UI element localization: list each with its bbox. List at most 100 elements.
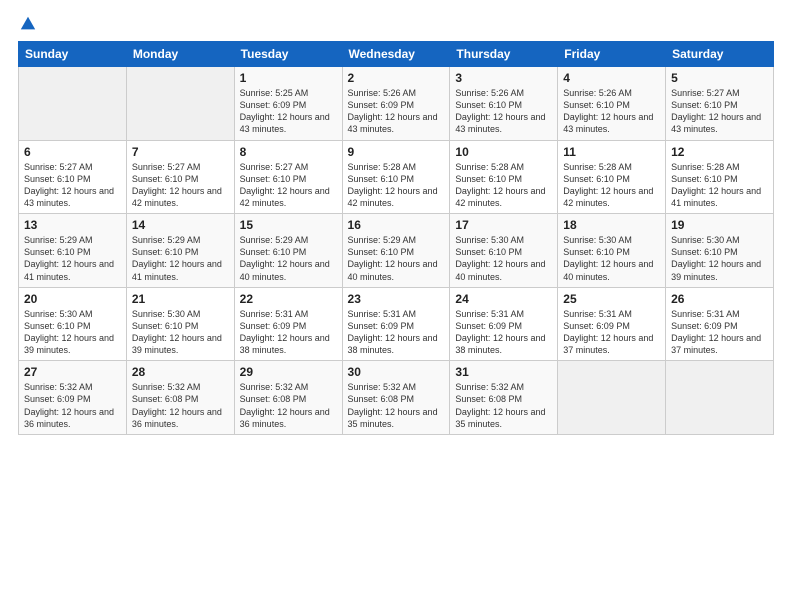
day-info: Sunrise: 5:31 AMSunset: 6:09 PMDaylight:… (563, 308, 660, 357)
calendar-cell: 1 Sunrise: 5:25 AMSunset: 6:09 PMDaylight… (234, 67, 342, 141)
day-number: 6 (24, 145, 121, 159)
weekday-header-saturday: Saturday (666, 42, 774, 67)
calendar-cell: 2 Sunrise: 5:26 AMSunset: 6:09 PMDaylight… (342, 67, 450, 141)
calendar-cell: 24 Sunrise: 5:31 AMSunset: 6:09 PMDayligh… (450, 287, 558, 361)
day-info: Sunrise: 5:26 AMSunset: 6:10 PMDaylight:… (455, 87, 552, 136)
day-number: 20 (24, 292, 121, 306)
calendar-week-row: 13 Sunrise: 5:29 AMSunset: 6:10 PMDayligh… (19, 214, 774, 288)
day-info: Sunrise: 5:29 AMSunset: 6:10 PMDaylight:… (132, 234, 229, 283)
day-info: Sunrise: 5:30 AMSunset: 6:10 PMDaylight:… (132, 308, 229, 357)
calendar-cell: 6Sunrise: 5:27 AMSunset: 6:10 PMDaylight… (19, 140, 127, 214)
day-info: Sunrise: 5:31 AMSunset: 6:09 PMDaylight:… (240, 308, 337, 357)
day-number: 28 (132, 365, 229, 379)
day-number: 26 (671, 292, 768, 306)
day-info: Sunrise: 5:29 AMSunset: 6:10 PMDaylight:… (240, 234, 337, 283)
calendar-cell: 30 Sunrise: 5:32 AMSunset: 6:08 PMDayligh… (342, 361, 450, 435)
day-number: 10 (455, 145, 552, 159)
day-info: Sunrise: 5:27 AMSunset: 6:10 PMDaylight:… (240, 161, 337, 210)
day-number: 16 (348, 218, 445, 232)
calendar-cell (126, 67, 234, 141)
day-info: Sunrise: 5:28 AMSunset: 6:10 PMDaylight:… (455, 161, 552, 210)
day-info: Sunrise: 5:31 AMSunset: 6:09 PMDaylight:… (671, 308, 768, 357)
calendar-cell: 3 Sunrise: 5:26 AMSunset: 6:10 PMDaylight… (450, 67, 558, 141)
calendar-cell: 15 Sunrise: 5:29 AMSunset: 6:10 PMDayligh… (234, 214, 342, 288)
day-number: 8 (240, 145, 337, 159)
calendar-cell: 9 Sunrise: 5:28 AMSunset: 6:10 PMDaylight… (342, 140, 450, 214)
calendar-cell: 18 Sunrise: 5:30 AMSunset: 6:10 PMDayligh… (558, 214, 666, 288)
day-number: 19 (671, 218, 768, 232)
calendar-cell: 25 Sunrise: 5:31 AMSunset: 6:09 PMDayligh… (558, 287, 666, 361)
day-number: 11 (563, 145, 660, 159)
calendar-week-row: 27Sunrise: 5:32 AMSunset: 6:09 PMDayligh… (19, 361, 774, 435)
calendar-cell (19, 67, 127, 141)
day-info: Sunrise: 5:27 AMSunset: 6:10 PMDaylight:… (132, 161, 229, 210)
calendar-cell: 16 Sunrise: 5:29 AMSunset: 6:10 PMDayligh… (342, 214, 450, 288)
day-info: Sunrise: 5:27 AMSunset: 6:10 PMDaylight:… (671, 87, 768, 136)
day-number: 24 (455, 292, 552, 306)
day-info: Sunrise: 5:28 AMSunset: 6:10 PMDaylight:… (563, 161, 660, 210)
calendar-cell: 12 Sunrise: 5:28 AMSunset: 6:10 PMDayligh… (666, 140, 774, 214)
day-number: 4 (563, 71, 660, 85)
day-info: Sunrise: 5:25 AMSunset: 6:09 PMDaylight:… (240, 87, 337, 136)
day-info: Sunrise: 5:32 AMSunset: 6:08 PMDaylight:… (240, 381, 337, 430)
day-info: Sunrise: 5:26 AMSunset: 6:09 PMDaylight:… (348, 87, 445, 136)
calendar-cell: 23Sunrise: 5:31 AMSunset: 6:09 PMDayligh… (342, 287, 450, 361)
calendar-cell: 13 Sunrise: 5:29 AMSunset: 6:10 PMDayligh… (19, 214, 127, 288)
day-number: 3 (455, 71, 552, 85)
calendar-cell: 4 Sunrise: 5:26 AMSunset: 6:10 PMDaylight… (558, 67, 666, 141)
day-info: Sunrise: 5:32 AMSunset: 6:08 PMDaylight:… (455, 381, 552, 430)
calendar-header-row: SundayMondayTuesdayWednesdayThursdayFrid… (19, 42, 774, 67)
calendar-cell (666, 361, 774, 435)
calendar-cell: 17Sunrise: 5:30 AMSunset: 6:10 PMDayligh… (450, 214, 558, 288)
day-number: 13 (24, 218, 121, 232)
day-number: 17 (455, 218, 552, 232)
day-number: 30 (348, 365, 445, 379)
calendar-cell: 19Sunrise: 5:30 AMSunset: 6:10 PMDayligh… (666, 214, 774, 288)
weekday-header-wednesday: Wednesday (342, 42, 450, 67)
calendar-week-row: 1 Sunrise: 5:25 AMSunset: 6:09 PMDaylight… (19, 67, 774, 141)
day-info: Sunrise: 5:30 AMSunset: 6:10 PMDaylight:… (563, 234, 660, 283)
calendar-cell: 10 Sunrise: 5:28 AMSunset: 6:10 PMDayligh… (450, 140, 558, 214)
calendar-cell: 14 Sunrise: 5:29 AMSunset: 6:10 PMDayligh… (126, 214, 234, 288)
weekday-header-friday: Friday (558, 42, 666, 67)
weekday-header-sunday: Sunday (19, 42, 127, 67)
day-info: Sunrise: 5:30 AMSunset: 6:10 PMDaylight:… (24, 308, 121, 357)
calendar-week-row: 6 Sunrise: 5:27 AMSunset: 6:10 PMDaylight… (19, 140, 774, 214)
weekday-header-thursday: Thursday (450, 42, 558, 67)
day-info: Sunrise: 5:28 AMSunset: 6:10 PMDaylight:… (671, 161, 768, 210)
calendar-cell (558, 361, 666, 435)
calendar-cell: 29Sunrise: 5:32 AMSunset: 6:08 PMDayligh… (234, 361, 342, 435)
day-number: 15 (240, 218, 337, 232)
calendar-cell: 27Sunrise: 5:32 AMSunset: 6:09 PMDayligh… (19, 361, 127, 435)
day-number: 21 (132, 292, 229, 306)
calendar-cell: 21 Sunrise: 5:30 AMSunset: 6:10 PMDayligh… (126, 287, 234, 361)
day-number: 2 (348, 71, 445, 85)
calendar-cell: 5Sunrise: 5:27 AMSunset: 6:10 PMDaylight… (666, 67, 774, 141)
day-info: Sunrise: 5:29 AMSunset: 6:10 PMDaylight:… (348, 234, 445, 283)
weekday-header-tuesday: Tuesday (234, 42, 342, 67)
day-number: 1 (240, 71, 337, 85)
day-info: Sunrise: 5:28 AMSunset: 6:10 PMDaylight:… (348, 161, 445, 210)
page: SundayMondayTuesdayWednesdayThursdayFrid… (0, 0, 792, 612)
day-info: Sunrise: 5:32 AMSunset: 6:08 PMDaylight:… (348, 381, 445, 430)
calendar-week-row: 20 Sunrise: 5:30 AMSunset: 6:10 PMDayligh… (19, 287, 774, 361)
calendar-cell: 8 Sunrise: 5:27 AMSunset: 6:10 PMDaylight… (234, 140, 342, 214)
calendar-cell: 26 Sunrise: 5:31 AMSunset: 6:09 PMDayligh… (666, 287, 774, 361)
day-info: Sunrise: 5:29 AMSunset: 6:10 PMDaylight:… (24, 234, 121, 283)
day-info: Sunrise: 5:26 AMSunset: 6:10 PMDaylight:… (563, 87, 660, 136)
calendar-cell: 11 Sunrise: 5:28 AMSunset: 6:10 PMDayligh… (558, 140, 666, 214)
day-number: 9 (348, 145, 445, 159)
day-number: 23 (348, 292, 445, 306)
calendar-table: SundayMondayTuesdayWednesdayThursdayFrid… (18, 41, 774, 435)
calendar-cell: 20 Sunrise: 5:30 AMSunset: 6:10 PMDayligh… (19, 287, 127, 361)
calendar-cell: 31Sunrise: 5:32 AMSunset: 6:08 PMDayligh… (450, 361, 558, 435)
day-number: 12 (671, 145, 768, 159)
day-info: Sunrise: 5:31 AMSunset: 6:09 PMDaylight:… (455, 308, 552, 357)
calendar-cell: 22 Sunrise: 5:31 AMSunset: 6:09 PMDayligh… (234, 287, 342, 361)
day-info: Sunrise: 5:32 AMSunset: 6:08 PMDaylight:… (132, 381, 229, 430)
day-number: 18 (563, 218, 660, 232)
day-number: 25 (563, 292, 660, 306)
day-number: 14 (132, 218, 229, 232)
logo (18, 15, 37, 33)
day-number: 22 (240, 292, 337, 306)
